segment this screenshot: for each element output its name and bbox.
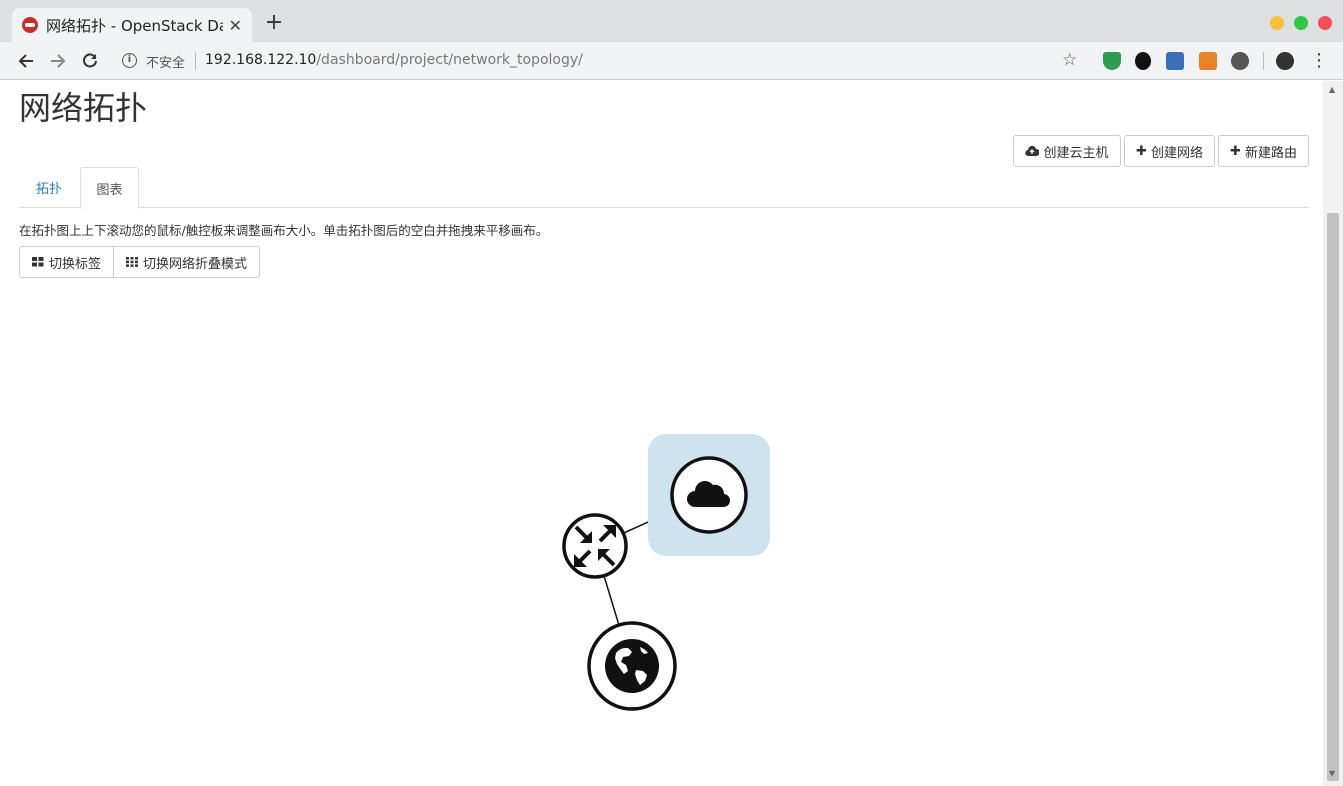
create-router-label: 新建路由: [1244, 145, 1297, 161]
browser-tab-bar: 网络拓扑 - OpenStack Da ✕ +: [0, 0, 1343, 42]
page-scrollbar[interactable]: ▲ ▼: [1323, 81, 1343, 786]
toggle-collapse-button[interactable]: 切换网络折叠模式: [114, 246, 261, 278]
forward-icon[interactable]: [45, 48, 71, 74]
security-label[interactable]: 不安全: [146, 52, 185, 71]
browser-tab[interactable]: 网络拓扑 - OpenStack Da ✕: [12, 8, 252, 42]
scroll-thumb[interactable]: [1327, 213, 1339, 781]
create-network-label: 创建网络: [1150, 145, 1203, 161]
balls-extension-icon[interactable]: [1231, 52, 1249, 70]
create-router-button[interactable]: ✚ 新建路由: [1218, 135, 1309, 167]
openstack-favicon-icon: [22, 17, 38, 33]
shield-extension-icon[interactable]: [1103, 52, 1121, 70]
back-icon[interactable]: [13, 48, 39, 74]
cloud-upload-icon: [1025, 145, 1040, 157]
toggle-button-group: 切换标签 切换网络折叠模式: [19, 246, 261, 278]
router-circle: [562, 513, 628, 579]
info-icon[interactable]: i: [122, 53, 137, 68]
address-bar[interactable]: 192.168.122.10/dashboard/project/network…: [205, 52, 583, 68]
reload-icon[interactable]: [77, 48, 103, 74]
menu-icon[interactable]: ⋮: [1310, 49, 1328, 73]
gnome-extension-icon[interactable]: [1135, 52, 1151, 70]
network-node[interactable]: [648, 434, 770, 556]
tab-topology[interactable]: 拓扑: [19, 167, 79, 208]
toolbar-separator: [1263, 52, 1264, 70]
browser-toolbar: i 不安全 192.168.122.10/dashboard/project/n…: [0, 42, 1343, 80]
topology-tabs: 拓扑 图表: [19, 167, 1309, 209]
globe-icon: [605, 639, 659, 693]
help-text: 在拓扑图上上下滚动您的鼠标/触控板来调整画布大小。单击拓扑图后的空白并拖拽来平移…: [19, 223, 549, 238]
orange-extension-icon[interactable]: [1199, 52, 1217, 70]
close-window-button[interactable]: [1318, 16, 1332, 30]
tab-graph[interactable]: 图表: [80, 167, 139, 209]
create-instance-button[interactable]: 创建云主机: [1013, 135, 1121, 167]
box-extension-icon[interactable]: [1166, 52, 1184, 70]
scroll-up-arrow-icon[interactable]: ▲: [1329, 85, 1335, 94]
plus-icon: ✚: [1230, 143, 1241, 159]
url-path: /dashboard/project/network_topology/: [316, 52, 583, 68]
minimize-window-button[interactable]: [1270, 16, 1284, 30]
external-network-node[interactable]: [587, 621, 677, 711]
toggle-labels-button[interactable]: 切换标签: [19, 246, 115, 278]
page-content: 网络拓扑 创建云主机 ✚ 创建网络 ✚ 新建路由 拓扑 图表 在拓扑图上上下滚动…: [0, 81, 1323, 786]
create-network-button[interactable]: ✚ 创建网络: [1124, 135, 1215, 167]
toggle-collapse-label: 切换网络折叠模式: [143, 256, 248, 272]
close-tab-icon[interactable]: ✕: [229, 16, 242, 35]
maximize-window-button[interactable]: [1294, 16, 1308, 30]
plus-icon: ✚: [1136, 143, 1147, 159]
th-large-icon: [32, 257, 44, 267]
create-instance-label: 创建云主机: [1043, 145, 1109, 161]
tab-title: 网络拓扑 - OpenStack Da: [46, 16, 223, 35]
topology-canvas[interactable]: [0, 281, 1323, 786]
router-node[interactable]: [562, 513, 628, 579]
url-host: 192.168.122.10: [205, 52, 317, 68]
url-separator: [195, 52, 196, 70]
new-tab-button[interactable]: +: [262, 12, 286, 36]
page-title: 网络拓扑: [19, 89, 148, 127]
star-icon[interactable]: ☆: [1062, 50, 1077, 70]
account-icon[interactable]: [1276, 52, 1294, 70]
th-icon: [126, 257, 139, 267]
toggle-labels-label: 切换标签: [49, 256, 102, 272]
scroll-down-arrow-icon[interactable]: ▼: [1329, 769, 1335, 778]
